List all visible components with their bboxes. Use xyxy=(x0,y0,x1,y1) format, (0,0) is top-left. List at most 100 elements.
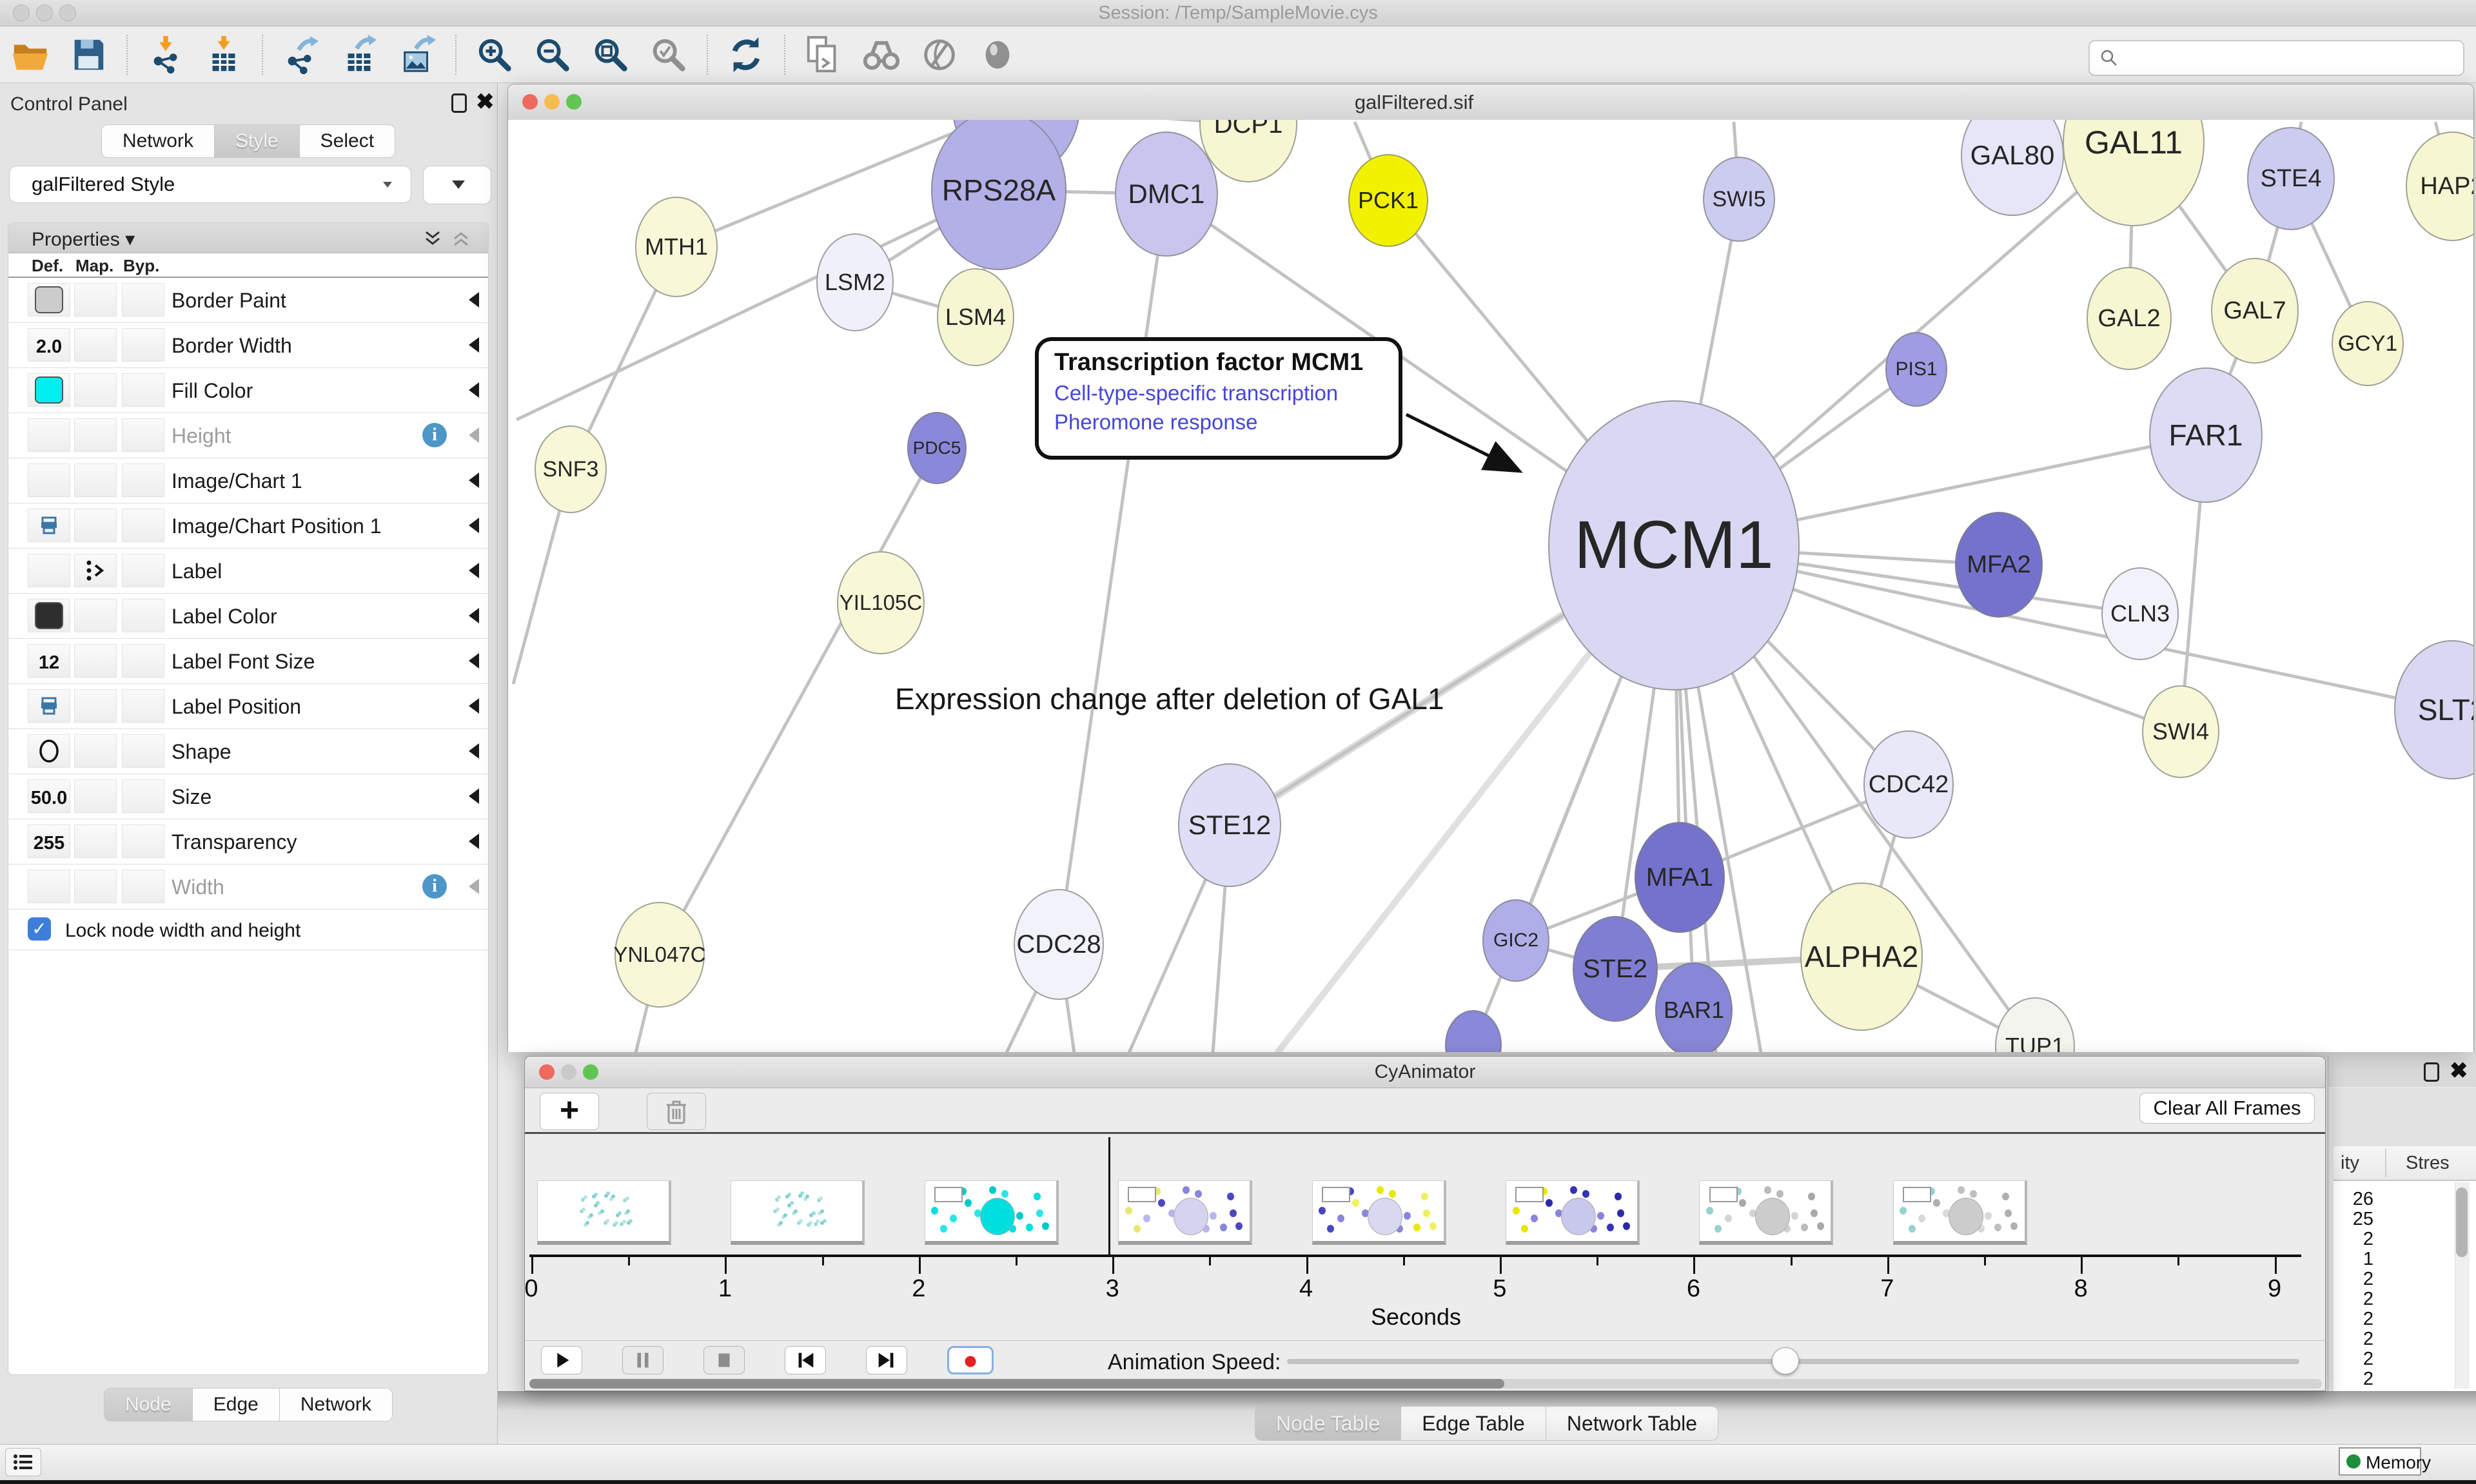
network-node-YNL047C[interactable]: YNL047C xyxy=(614,902,705,1008)
tab-edge[interactable]: Edge xyxy=(192,1388,280,1421)
search-input[interactable] xyxy=(2126,46,2454,70)
property-row-size[interactable]: 50.0Size xyxy=(8,774,488,819)
step-back-button[interactable] xyxy=(785,1346,826,1374)
expand-row-icon[interactable] xyxy=(469,834,479,849)
property-row-shape[interactable]: Shape xyxy=(8,729,488,774)
def-cell[interactable]: 12 xyxy=(28,644,70,678)
default-value[interactable]: 50.0 xyxy=(28,788,70,809)
network-node-DMC1[interactable]: DMC1 xyxy=(1115,132,1218,257)
network-node-GIC2[interactable]: GIC2 xyxy=(1482,899,1549,982)
frame-thumbnail-0[interactable] xyxy=(537,1180,671,1245)
expand-row-icon[interactable] xyxy=(469,337,479,353)
import-table-icon[interactable] xyxy=(204,35,244,75)
lock-node-size-checkbox[interactable]: ✓ xyxy=(28,917,51,941)
position-icon[interactable] xyxy=(28,693,70,719)
clone-network-icon[interactable] xyxy=(803,35,843,75)
network-canvas[interactable]: RPS28BDCP1RPS28ADMC1PCK1SWI5GAL80GAL11ST… xyxy=(508,120,2473,1052)
map-cell[interactable] xyxy=(74,734,117,768)
property-row-label-position[interactable]: Label Position xyxy=(8,684,488,729)
byp-cell[interactable] xyxy=(122,734,164,768)
expand-row-icon[interactable] xyxy=(469,563,479,578)
info-icon[interactable]: i xyxy=(422,423,447,447)
network-node-PIS1[interactable]: PIS1 xyxy=(1885,332,1947,407)
import-network-icon[interactable] xyxy=(146,35,186,75)
def-cell[interactable] xyxy=(28,418,70,452)
byp-cell[interactable] xyxy=(122,779,164,813)
byp-cell[interactable] xyxy=(122,599,164,632)
network-node-GAL2[interactable]: GAL2 xyxy=(2087,267,2172,370)
property-row-label[interactable]: Label xyxy=(8,549,488,594)
network-node-GCY1[interactable]: GCY1 xyxy=(2332,301,2404,386)
float-panel-icon[interactable] xyxy=(451,93,467,113)
float-panel-icon[interactable] xyxy=(2424,1062,2439,1082)
network-node-STE4[interactable]: STE4 xyxy=(2247,127,2335,230)
style-options-button[interactable] xyxy=(423,166,491,204)
style-selector[interactable]: galFiltered Style xyxy=(9,166,411,203)
expand-row-icon[interactable] xyxy=(469,653,479,669)
def-cell[interactable] xyxy=(28,373,70,407)
property-row-image-chart-1[interactable]: Image/Chart 1 xyxy=(8,458,488,503)
network-node-MTH1[interactable]: MTH1 xyxy=(635,197,718,297)
network-node-MCM1[interactable]: MCM1 xyxy=(1548,400,1800,690)
cyanimator-titlebar[interactable]: CyAnimator xyxy=(525,1057,2325,1088)
refresh-icon[interactable] xyxy=(726,35,766,75)
network-node-YIL105C[interactable]: YIL105C xyxy=(837,551,925,654)
export-table-icon[interactable] xyxy=(339,35,379,75)
tab-network[interactable]: Network xyxy=(101,124,215,158)
network-node-SWI5[interactable]: SWI5 xyxy=(1703,157,1775,242)
property-row-border-paint[interactable]: Border Paint xyxy=(8,278,488,323)
network-node-CDC28[interactable]: CDC28 xyxy=(1014,889,1104,1000)
export-network-icon[interactable] xyxy=(281,35,321,75)
pause-button[interactable] xyxy=(622,1346,663,1374)
expand-row-icon[interactable] xyxy=(469,698,479,714)
frame-thumbnail-3[interactable] xyxy=(1118,1180,1252,1245)
frame-thumbnail-6[interactable] xyxy=(1699,1180,1833,1245)
byp-cell[interactable] xyxy=(122,870,164,903)
network-node-STE2[interactable]: STE2 xyxy=(1573,916,1658,1022)
frame-thumbnail-1[interactable] xyxy=(731,1180,865,1245)
frame-thumbnail-7[interactable] xyxy=(1893,1180,2027,1245)
position-icon[interactable] xyxy=(28,513,70,538)
byp-cell[interactable] xyxy=(122,283,164,317)
property-row-height[interactable]: Heighti xyxy=(8,413,488,458)
map-cell[interactable] xyxy=(74,689,117,723)
expand-row-icon[interactable] xyxy=(469,427,479,443)
hide-details-icon[interactable] xyxy=(919,35,959,75)
network-caption[interactable]: Expression change after deletion of GAL1 xyxy=(895,681,1444,716)
network-edge[interactable] xyxy=(1059,194,1166,944)
byp-cell[interactable] xyxy=(122,689,164,723)
frame-thumbnail-5[interactable] xyxy=(1506,1180,1640,1245)
def-cell[interactable] xyxy=(28,283,70,317)
column-divider[interactable] xyxy=(2385,1149,2386,1177)
expand-row-icon[interactable] xyxy=(469,879,479,894)
def-cell[interactable] xyxy=(28,689,70,723)
close-panel-icon[interactable]: ✖ xyxy=(2450,1061,2468,1080)
network-node-MFA2[interactable]: MFA2 xyxy=(1955,512,2043,618)
show-details-icon[interactable] xyxy=(978,35,1017,75)
def-cell[interactable]: 2.0 xyxy=(28,328,70,362)
default-value[interactable]: 2.0 xyxy=(28,337,70,358)
map-cell[interactable] xyxy=(74,599,117,632)
network-node-ALPHA2[interactable]: ALPHA2 xyxy=(1800,883,1923,1031)
network-node-CLN3[interactable]: CLN3 xyxy=(2101,567,2179,660)
network-node-SWI4[interactable]: SWI4 xyxy=(2142,685,2219,778)
def-cell[interactable] xyxy=(28,734,70,768)
map-cell[interactable] xyxy=(74,283,117,317)
memory-button[interactable]: Memory xyxy=(2339,1447,2421,1476)
zoom-out-icon[interactable] xyxy=(533,35,573,75)
tab-style[interactable]: Style xyxy=(214,124,300,158)
map-cell[interactable] xyxy=(74,644,117,678)
byp-cell[interactable] xyxy=(122,373,164,407)
save-session-icon[interactable] xyxy=(68,35,108,75)
expand-row-icon[interactable] xyxy=(469,292,479,308)
ellipse-icon[interactable] xyxy=(28,738,70,764)
column-header-truncated[interactable]: ity xyxy=(2334,1153,2359,1174)
def-cell[interactable] xyxy=(28,870,70,903)
byp-cell[interactable] xyxy=(122,825,164,858)
zoom-fit-icon[interactable] xyxy=(591,35,631,75)
map-cell[interactable] xyxy=(74,373,117,407)
network-node-BAR1[interactable]: BAR1 xyxy=(1655,962,1733,1052)
tab-node-table[interactable]: Node Table xyxy=(1255,1406,1401,1441)
delete-frame-button[interactable] xyxy=(647,1093,706,1130)
tab-node[interactable]: Node xyxy=(104,1388,193,1421)
